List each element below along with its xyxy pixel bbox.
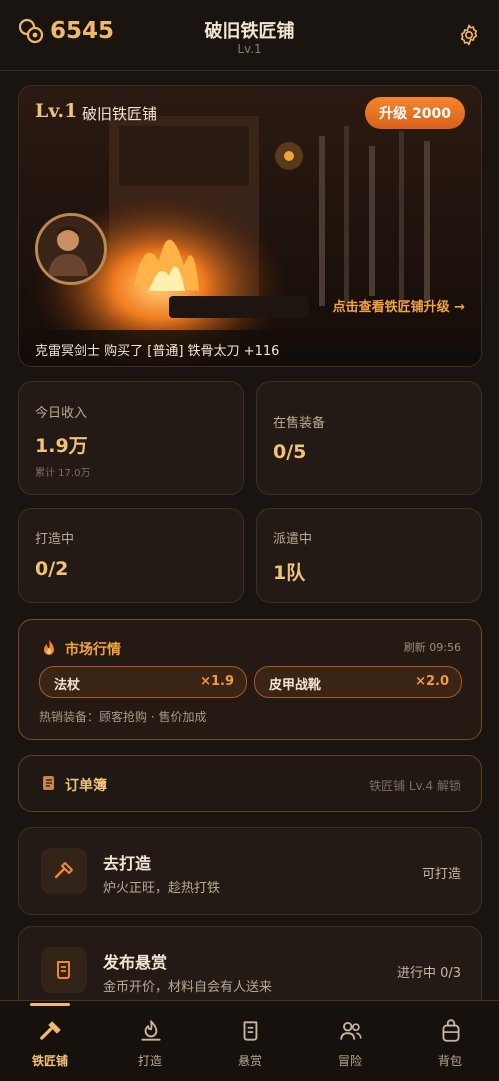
ticker-text: 克雷冥剑士 购买了 [普通] 铁骨太刀 +116 — [35, 344, 280, 359]
stat-card-dispatch[interactable]: 派遣中 1队 — [256, 508, 482, 603]
action-title: 发布悬赏 — [103, 953, 168, 972]
shop-level: Lv.1 — [35, 100, 78, 122]
stat-label: 打造中 — [35, 532, 75, 547]
page-title: 破旧铁匠铺 — [204, 21, 295, 42]
scroll-icon — [43, 776, 54, 790]
avatar[interactable] — [35, 213, 107, 285]
market-chip[interactable]: 皮甲战靴 ×2.0 — [254, 666, 462, 698]
stat-label: 在售装备 — [273, 416, 326, 431]
tab-label: 背包 — [437, 1054, 462, 1068]
stat-label: 派遣中 — [273, 532, 313, 547]
order-book-lock-text: 铁匠铺 Lv.4 解锁 — [369, 779, 461, 793]
order-book-title: 订单簿 — [65, 778, 107, 794]
action-icon-box — [41, 947, 87, 993]
hammer-icon — [40, 1021, 61, 1040]
hammer-icon — [54, 862, 73, 879]
action-description: 金币开价，材料自会有人送来 — [103, 980, 273, 995]
backpack-icon — [442, 1019, 460, 1042]
purchase-ticker: 克雷冥剑士 购买了 [普通] 铁骨太刀 +116 — [19, 330, 481, 366]
fire-icon — [141, 1020, 161, 1041]
blacksmith-portrait — [38, 216, 98, 276]
stat-value: 0/5 — [273, 441, 307, 463]
stat-footnote: 累计 17.0万 — [35, 468, 91, 479]
stat-card-income[interactable]: 今日收入 1.9万 累计 17.0万 — [18, 381, 244, 495]
view-upgrade-link[interactable]: 点击查看铁匠铺升级 → — [333, 296, 465, 315]
market-chip[interactable]: 法杖 ×1.9 — [39, 666, 247, 698]
active-tab-indicator — [30, 1003, 70, 1006]
shop-name: 破旧铁匠铺 — [82, 105, 158, 123]
shop-hero-card[interactable]: Lv.1 破旧铁匠铺 升级 2000 点击查看铁匠铺升级 → 克雷冥剑士 购买了… — [18, 85, 482, 367]
stat-value: 1.9万 — [35, 435, 88, 457]
gear-icon[interactable] — [457, 23, 481, 47]
chip-item-name: 法杖 — [54, 678, 81, 693]
chip-multiplier: ×2.0 — [415, 674, 449, 689]
bottom-tab-bar: 铁匠铺 打造 悬赏 冒险 背包 — [0, 1000, 499, 1081]
go-forge-button[interactable]: 去打造 炉火正旺，趁热打铁 可打造 — [18, 827, 482, 915]
tab-label: 打造 — [137, 1054, 162, 1068]
stat-card-on-sale[interactable]: 在售装备 0/5 — [256, 381, 482, 495]
market-title: 市场行情 — [65, 642, 121, 658]
tab-blacksmith[interactable]: 铁匠铺 — [0, 1001, 100, 1081]
order-book-row[interactable]: 订单簿 铁匠铺 Lv.4 解锁 — [18, 755, 482, 812]
action-icon-box — [41, 848, 87, 894]
stat-value: 1队 — [273, 562, 306, 584]
market-refresh-time: 刷新 09:56 — [403, 641, 461, 654]
tab-backpack[interactable]: 背包 — [400, 1001, 499, 1081]
action-description: 炉火正旺，趁热打铁 — [103, 881, 221, 896]
tab-adventure[interactable]: 冒险 — [300, 1001, 400, 1081]
chip-multiplier: ×1.9 — [200, 674, 234, 689]
stat-card-forging[interactable]: 打造中 0/2 — [18, 508, 244, 603]
market-panel: 市场行情 刷新 09:56 法杖 ×1.9 皮甲战靴 ×2.0 热销装备：顾客抢… — [18, 619, 482, 740]
tab-label: 冒险 — [337, 1054, 362, 1068]
upgrade-button[interactable]: 升级 2000 — [365, 97, 465, 129]
scroll-icon — [243, 1021, 258, 1041]
tab-label: 悬赏 — [237, 1054, 262, 1068]
tab-forge[interactable]: 打造 — [100, 1001, 200, 1081]
scroll-icon — [57, 961, 70, 979]
action-status: 可打造 — [421, 867, 461, 882]
tab-label: 铁匠铺 — [31, 1054, 68, 1068]
top-bar: 6545 破旧铁匠铺 Lv.1 — [0, 0, 499, 71]
people-icon — [340, 1021, 362, 1040]
action-status: 进行中 0/3 — [396, 966, 461, 981]
chip-item-name: 皮甲战靴 — [269, 678, 322, 693]
stat-value: 0/2 — [35, 558, 69, 580]
page-subtitle: Lv.1 — [237, 42, 262, 56]
market-note: 热销装备：顾客抢购 · 售价加成 — [39, 710, 207, 724]
stat-label: 今日收入 — [35, 406, 88, 421]
fire-icon — [44, 640, 54, 655]
action-title: 去打造 — [103, 854, 152, 873]
tab-bounty[interactable]: 悬赏 — [200, 1001, 300, 1081]
